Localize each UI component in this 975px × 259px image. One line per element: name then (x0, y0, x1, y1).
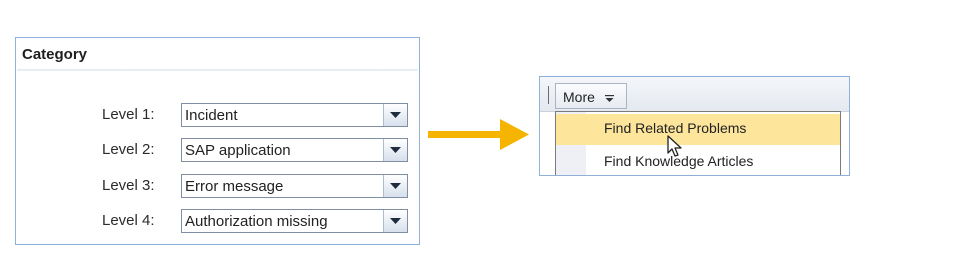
level-4-value: Authorization missing (185, 213, 328, 230)
chevron-down-icon (390, 183, 401, 189)
level-4-dropdown-button[interactable] (383, 210, 407, 232)
menu-item-label: Find Related Problems (604, 120, 747, 136)
chevron-down-icon (605, 95, 614, 102)
toolbar: More (540, 77, 849, 112)
chevron-down-icon (390, 112, 401, 118)
level-2-value: SAP application (185, 142, 291, 159)
level-3-label: Level 3: (102, 177, 155, 194)
level-row-2: Level 2: SAP application (16, 138, 419, 162)
level-4-select[interactable]: Authorization missing (181, 209, 408, 233)
arrow-right-icon (428, 119, 529, 150)
menu-item-find-knowledge-articles[interactable]: Find Knowledge Articles (556, 147, 840, 175)
menu-item-find-related-problems[interactable]: Find Related Problems (556, 114, 840, 145)
level-4-label: Level 4: (102, 212, 155, 229)
category-panel: Category Level 1: Incident Level 2: SAP … (15, 37, 420, 245)
more-menu-panel: More Find Related Problems Find Knowledg… (539, 76, 850, 176)
level-row-1: Level 1: Incident (16, 103, 419, 127)
more-button[interactable]: More (555, 83, 627, 109)
mouse-cursor-icon (667, 135, 682, 157)
title-divider (17, 69, 418, 71)
level-2-dropdown-button[interactable] (383, 139, 407, 161)
more-dropdown-menu: Find Related Problems Find Knowledge Art… (555, 111, 841, 175)
level-2-select[interactable]: SAP application (181, 138, 408, 162)
level-3-select[interactable]: Error message (181, 174, 408, 198)
level-3-dropdown-button[interactable] (383, 175, 407, 197)
level-2-label: Level 2: (102, 141, 155, 158)
chevron-down-icon (390, 147, 401, 153)
level-row-3: Level 3: Error message (16, 174, 419, 198)
level-1-value: Incident (185, 107, 238, 124)
level-row-4: Level 4: Authorization missing (16, 209, 419, 233)
level-1-select[interactable]: Incident (181, 103, 408, 127)
chevron-down-icon (390, 218, 401, 224)
category-title: Category (22, 46, 88, 63)
level-1-label: Level 1: (102, 106, 155, 123)
toolbar-separator (548, 86, 549, 104)
level-3-value: Error message (185, 178, 284, 195)
more-button-label: More (563, 89, 595, 105)
level-1-dropdown-button[interactable] (383, 104, 407, 126)
